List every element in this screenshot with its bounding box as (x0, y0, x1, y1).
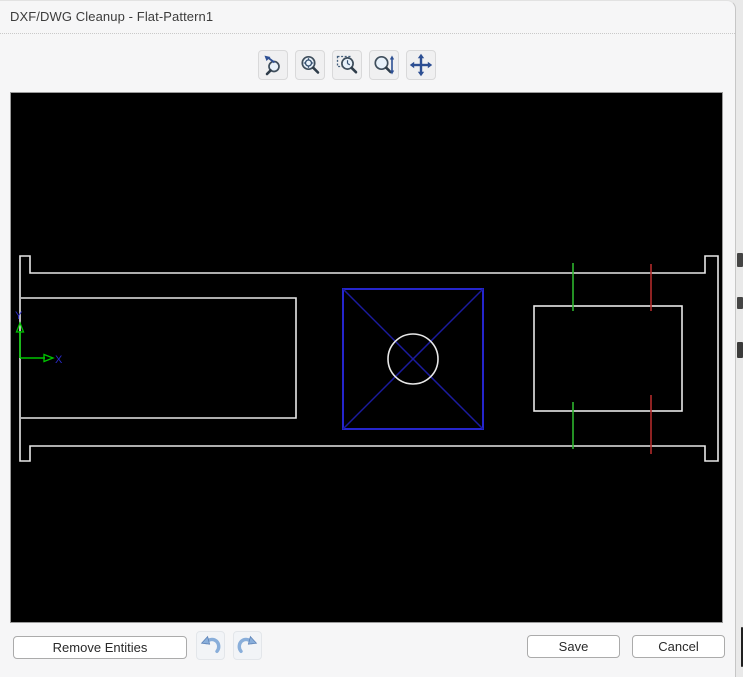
redo-icon (235, 632, 260, 660)
zoom-to-fit-icon (298, 53, 322, 77)
title-bar[interactable]: DXF/DWG Cleanup - Flat-Pattern1 (0, 1, 735, 33)
zoom-to-selection-icon (261, 53, 285, 77)
background-artifact (737, 297, 743, 309)
save-button[interactable]: Save (527, 635, 620, 658)
x-axis-label: X (55, 354, 63, 366)
preview-canvas[interactable]: Y X (10, 92, 723, 623)
pan-icon (409, 53, 433, 77)
remove-entities-button[interactable]: Remove Entities (13, 636, 187, 659)
background-artifact (737, 253, 743, 267)
dialog-title: DXF/DWG Cleanup - Flat-Pattern1 (10, 9, 214, 24)
flat-pattern-drawing: Y X (15, 255, 719, 462)
undo-icon (198, 632, 223, 660)
profile-outline-entity[interactable] (19, 255, 719, 462)
view-toolbar (258, 50, 436, 80)
zoom-to-fit-button[interactable] (295, 50, 325, 80)
pan-button[interactable] (406, 50, 436, 80)
origin-triad: Y X (15, 310, 63, 366)
zoom-to-area-button[interactable] (332, 50, 362, 80)
inner-rectangle-entity[interactable] (533, 305, 683, 412)
undo-button[interactable] (196, 631, 225, 660)
title-separator (0, 33, 735, 34)
cancel-button[interactable]: Cancel (632, 635, 725, 658)
zoom-to-selection-button[interactable] (258, 50, 288, 80)
background-artifact (737, 342, 743, 358)
zoom-to-area-icon (335, 53, 359, 77)
zoom-in-out-icon (372, 53, 396, 77)
dxf-dwg-cleanup-dialog: DXF/DWG Cleanup - Flat-Pattern1 Y X Remo… (0, 0, 736, 677)
zoom-in-out-button[interactable] (369, 50, 399, 80)
redo-button[interactable] (233, 631, 262, 660)
y-axis-label: Y (15, 310, 23, 322)
